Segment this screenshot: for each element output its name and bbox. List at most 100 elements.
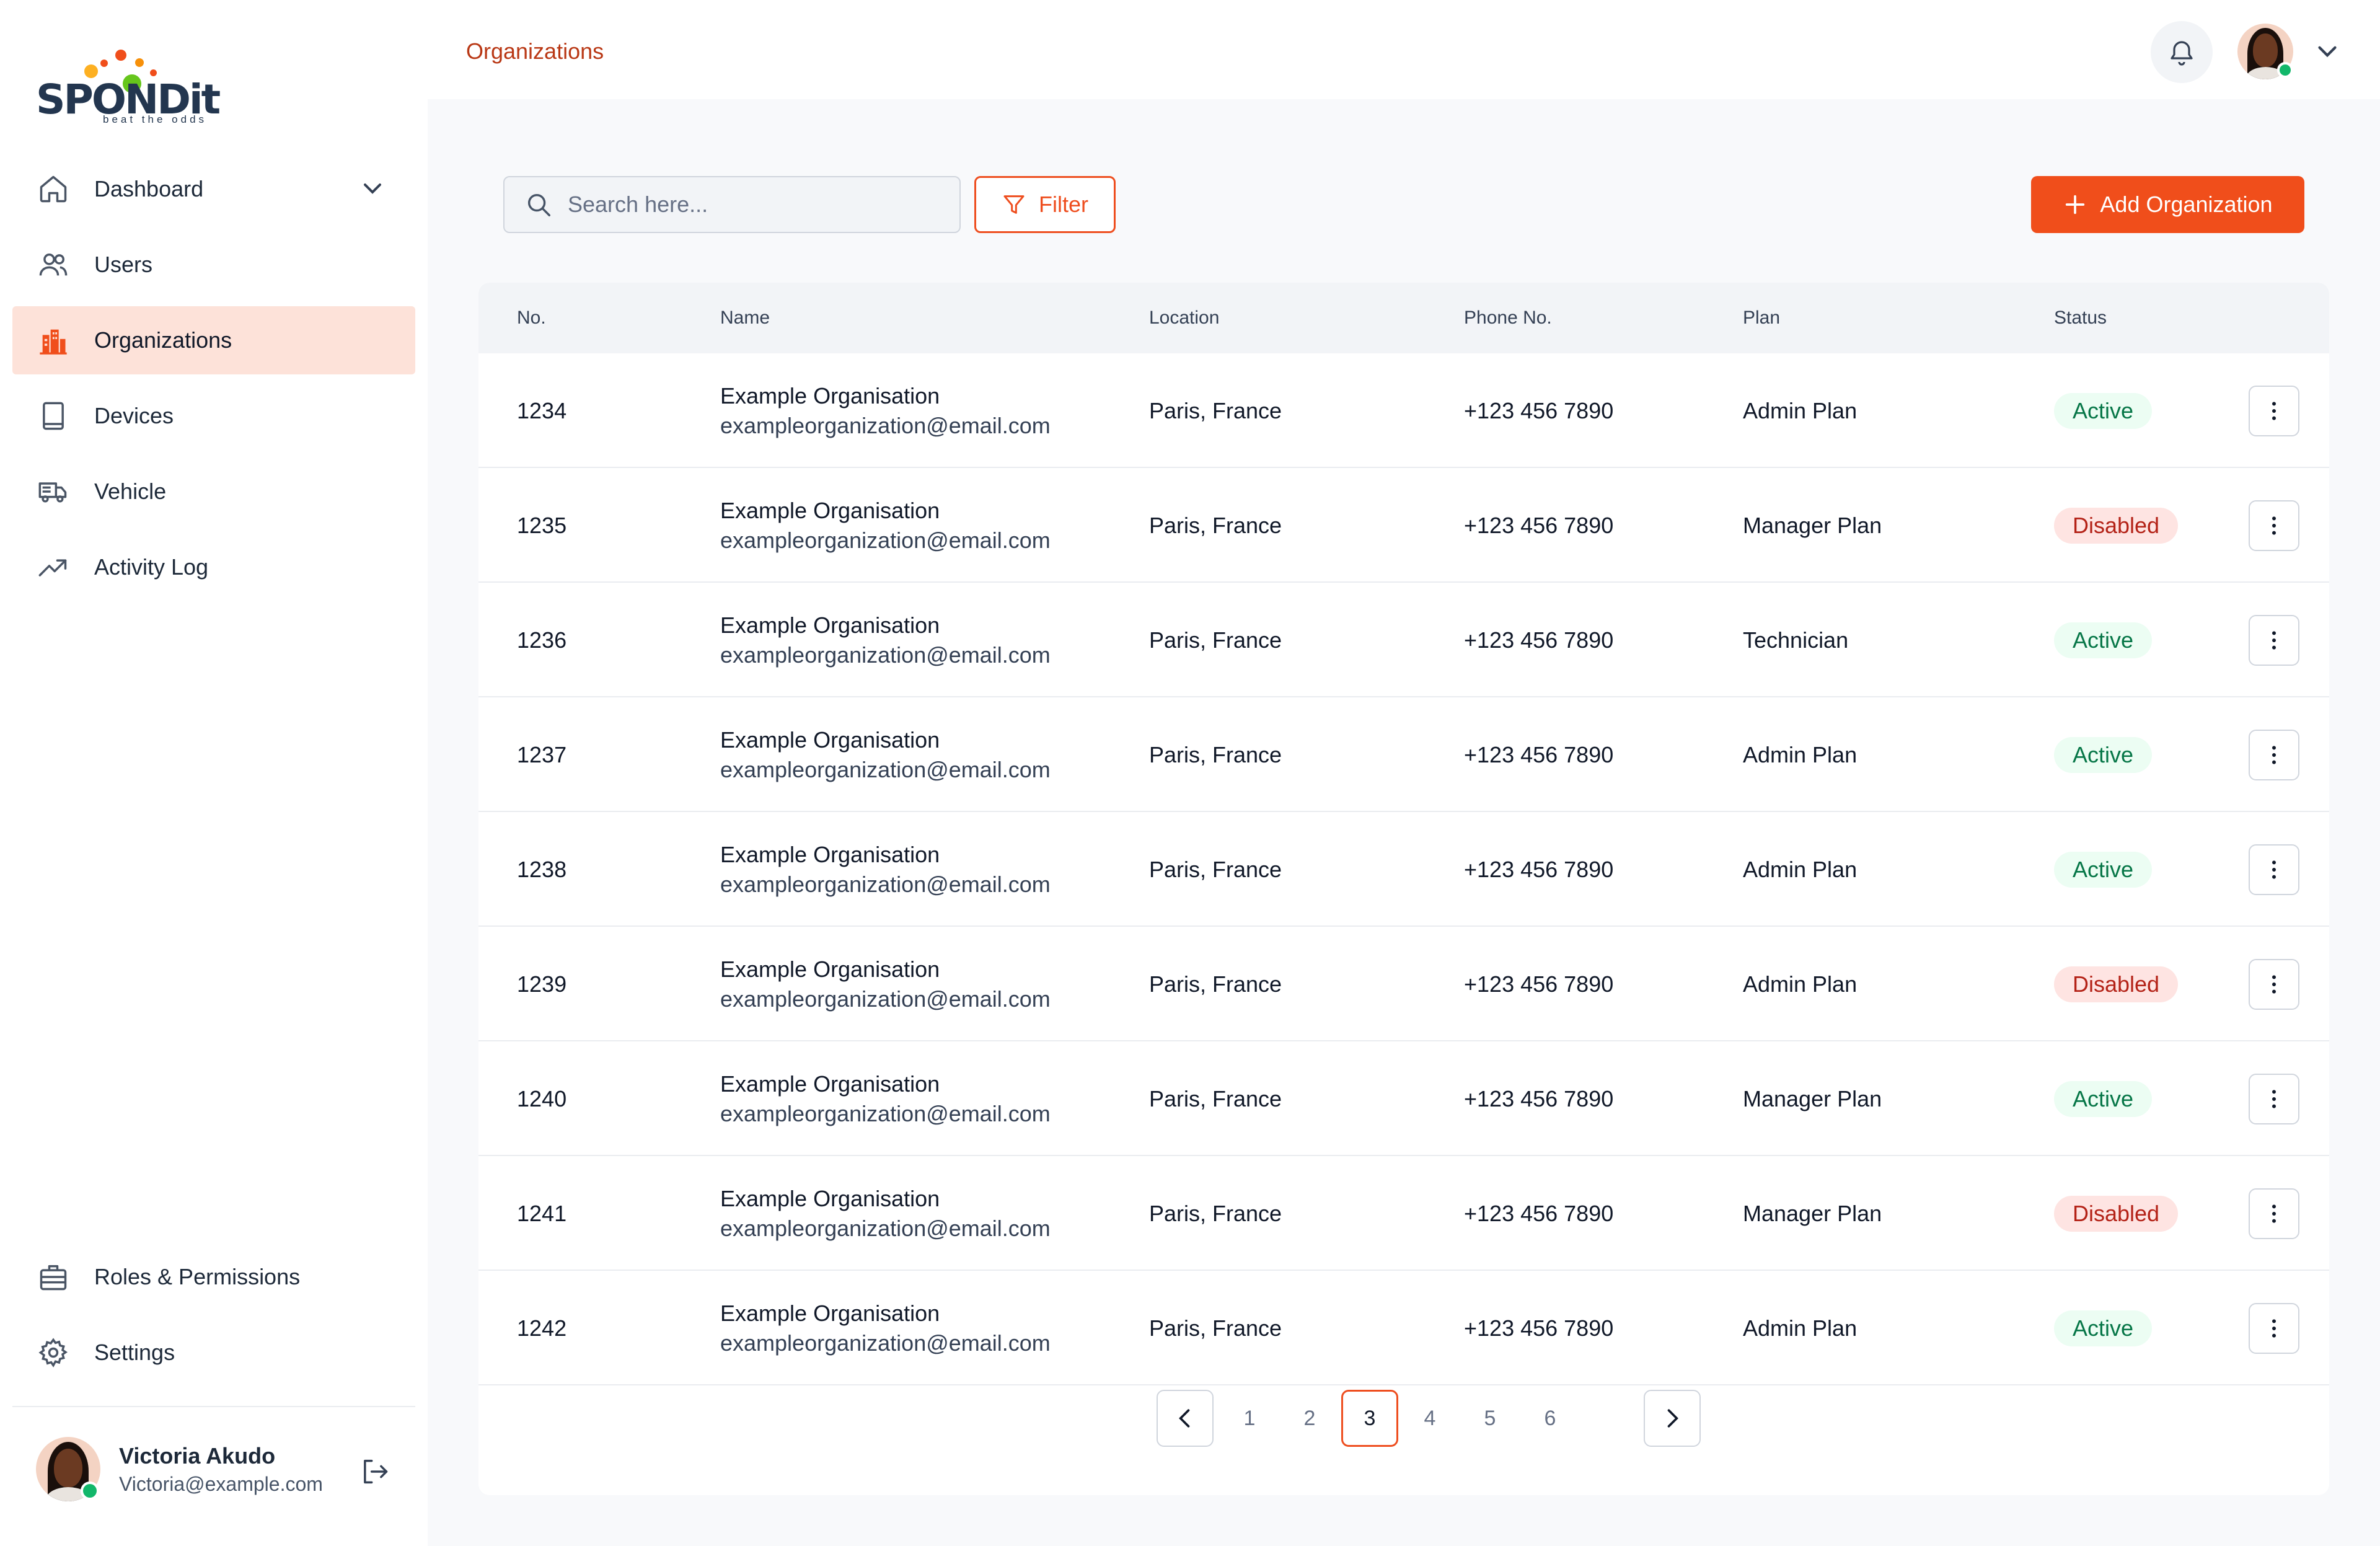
cell-location: Paris, France (1149, 1315, 1282, 1341)
table-row[interactable]: 1241 Example Organisation exampleorganizat… (478, 1156, 2329, 1271)
gear-icon (38, 1338, 68, 1367)
previous-page-button[interactable] (1157, 1390, 1214, 1447)
search-input[interactable] (568, 192, 940, 218)
organization-name: Example Organisation (720, 956, 940, 982)
row-actions-button[interactable] (2249, 386, 2299, 436)
column-header[interactable]: Status (2054, 307, 2107, 329)
notifications-button[interactable] (2151, 21, 2213, 83)
column-header[interactable]: Phone No. (1464, 307, 1552, 329)
organization-name: Example Organisation (720, 1185, 940, 1211)
cell-plan: Admin Plan (1743, 856, 1858, 882)
table-row[interactable]: 1234 Example Organisation exampleorganizat… (478, 353, 2329, 468)
cell-phone: +123 456 7890 (1464, 1200, 1614, 1226)
sidebar-item-users[interactable]: Users (12, 231, 415, 299)
cell-location: Paris, France (1149, 627, 1282, 653)
row-actions-button[interactable] (2249, 1188, 2299, 1239)
spondit-logo[interactable]: SPONDit beat the odds (36, 48, 221, 129)
row-actions-button[interactable] (2249, 959, 2299, 1010)
row-actions-button[interactable] (2249, 1303, 2299, 1354)
table-row[interactable]: 1236 Example Organisation exampleorganizat… (478, 583, 2329, 697)
sidebar-item-activity-log[interactable]: Activity Log (12, 533, 415, 601)
cell-location: Paris, France (1149, 397, 1282, 423)
table-row[interactable]: 1237 Example Organisation exampleorganizat… (478, 697, 2329, 812)
sidebar-item-devices[interactable]: Devices (12, 382, 415, 450)
cell-number: 1238 (517, 856, 567, 882)
organization-email: exampleorganization@email.com (720, 642, 1051, 668)
sidebar-item-label: Organizations (94, 327, 232, 353)
sidebar-item-roles-permissions[interactable]: Roles & Permissions (12, 1243, 415, 1311)
status-badge: Active (2054, 1081, 2153, 1117)
cell-name: Example Organisation exampleorganization@… (720, 812, 1051, 927)
row-actions-button[interactable] (2249, 615, 2299, 666)
filter-label: Filter (1039, 192, 1088, 217)
column-header[interactable]: Plan (1743, 307, 1780, 329)
sidebar-item-settings[interactable]: Settings (12, 1319, 415, 1387)
table-row[interactable]: 1239 Example Organisation exampleorganizat… (478, 927, 2329, 1041)
cell-plan: Manager Plan (1743, 1200, 1882, 1226)
column-header[interactable]: Location (1149, 307, 1219, 329)
more-vertical-icon (2272, 1319, 2276, 1338)
row-actions-button[interactable] (2249, 1074, 2299, 1124)
more-vertical-icon (2272, 975, 2276, 994)
filter-icon (1003, 195, 1025, 214)
online-status-dot (81, 1482, 99, 1500)
sidebar-item-vehicle[interactable]: Vehicle (12, 457, 415, 526)
sidebar-item-label: Roles & Permissions (94, 1264, 301, 1289)
cell-phone: +123 456 7890 (1464, 397, 1614, 423)
organization-email: exampleorganization@email.com (720, 986, 1051, 1012)
cell-name: Example Organisation exampleorganization@… (720, 1041, 1051, 1156)
next-page-button[interactable] (1644, 1390, 1701, 1447)
organization-name: Example Organisation (720, 841, 940, 867)
cell-plan: Admin Plan (1743, 741, 1858, 767)
more-vertical-icon (2272, 860, 2276, 879)
row-actions-button[interactable] (2249, 500, 2299, 551)
cell-plan: Admin Plan (1743, 1315, 1858, 1341)
cell-plan: Manager Plan (1743, 512, 1882, 538)
organizations-table: No. Name Location Phone No. Plan Status … (478, 283, 2329, 1495)
row-actions-button[interactable] (2249, 844, 2299, 895)
column-header[interactable]: Name (720, 307, 770, 329)
cell-number: 1242 (517, 1315, 567, 1341)
chevron-down-icon[interactable] (358, 174, 387, 203)
cell-plan: Manager Plan (1743, 1085, 1882, 1111)
cell-name: Example Organisation exampleorganization@… (720, 353, 1051, 468)
user-profile[interactable]: Victoria Akudo Victoria@example.com (36, 1437, 408, 1505)
row-actions-button[interactable] (2249, 730, 2299, 780)
profile-email: Victoria@example.com (119, 1473, 323, 1495)
breadcrumb[interactable]: Organizations (466, 38, 604, 64)
online-status-dot (2277, 62, 2293, 78)
organization-email: exampleorganization@email.com (720, 756, 1051, 782)
filter-button[interactable]: Filter (974, 176, 1116, 233)
more-vertical-icon (2272, 516, 2276, 535)
cell-number: 1234 (517, 397, 567, 423)
search-box[interactable] (503, 176, 961, 233)
cell-location: Paris, France (1149, 1085, 1282, 1111)
main-content: Filter Add Organization No. Name Locatio… (428, 99, 2380, 1546)
page-number-6[interactable]: 6 (1522, 1390, 1579, 1447)
page-number-4[interactable]: 4 (1401, 1390, 1458, 1447)
status-badge: Active (2054, 852, 2153, 888)
column-header[interactable]: No. (517, 307, 546, 329)
page-number-1[interactable]: 1 (1221, 1390, 1278, 1447)
sidebar-item-dashboard[interactable]: Dashboard (12, 155, 415, 223)
organization-email: exampleorganization@email.com (720, 1215, 1051, 1241)
table-row[interactable]: 1235 Example Organisation exampleorganizat… (478, 468, 2329, 583)
chevron-down-icon[interactable] (2312, 36, 2343, 67)
page-number-5[interactable]: 5 (1461, 1390, 1518, 1447)
cell-location: Paris, France (1149, 856, 1282, 882)
page-number-3[interactable]: 3 (1341, 1390, 1398, 1447)
cell-plan: Admin Plan (1743, 971, 1858, 997)
profile-name: Victoria Akudo (119, 1443, 276, 1469)
trend-up-icon (38, 559, 67, 576)
page-number-2[interactable]: 2 (1281, 1390, 1338, 1447)
cell-phone: +123 456 7890 (1464, 741, 1614, 767)
sidebar-item-organizations[interactable]: Organizations (12, 306, 415, 374)
add-organization-button[interactable]: Add Organization (2031, 176, 2304, 233)
organization-name: Example Organisation (720, 612, 940, 638)
tablet-icon (43, 402, 64, 430)
cell-phone: +123 456 7890 (1464, 971, 1614, 997)
table-row[interactable]: 1238 Example Organisation exampleorganizat… (478, 812, 2329, 927)
table-row[interactable]: 1240 Example Organisation exampleorganizat… (478, 1041, 2329, 1156)
table-row[interactable]: 1242 Example Organisation exampleorganizat… (478, 1271, 2329, 1385)
logout-icon[interactable] (358, 1455, 390, 1488)
